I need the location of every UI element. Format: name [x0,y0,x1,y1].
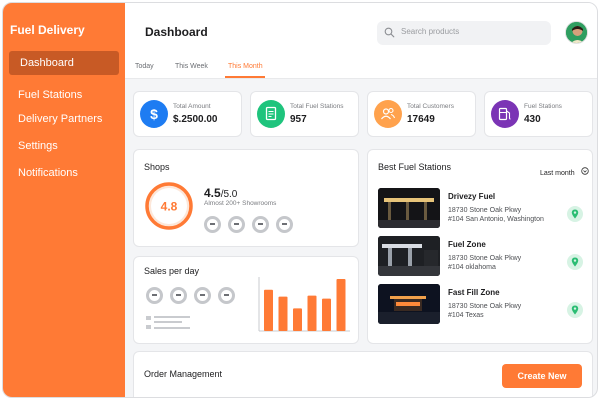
stat-value: 957 [290,114,307,125]
sales-card: Sales per day [133,256,359,344]
shops-subtitle: Almost 200+ Showrooms [204,200,277,207]
chevron-down-icon [581,167,589,175]
station-image [378,236,440,276]
stat-card-total-customers[interactable]: Total Customers 17649 [367,91,476,137]
station-address-line1: 18730 Stone Oak Pkwy [448,207,522,214]
station-address-line1: 18730 Stone Oak Pkwy [448,255,522,262]
station-address-line2: #104 San Antonio, Washington [448,216,544,223]
sales-bar-chart [258,277,350,332]
best-stations-card: Best Fuel Stations Last month Drivezy Fu… [367,149,593,344]
order-management-title: Order Management [144,369,223,379]
search-input[interactable]: Search products [377,21,551,45]
station-row[interactable]: Fuel Zone 18730 Stone Oak Pkwy #104 okla… [368,234,594,278]
sales-bar [278,296,288,331]
period-filter-dropdown[interactable]: Last month [540,162,589,180]
station-name: Fuel Zone [448,240,486,249]
mini-progress-ring [204,216,221,233]
stat-label: Total Amount [173,103,211,110]
legend-swatch [146,325,151,329]
active-tab-indicator [225,76,265,78]
stat-card-fuel-stations[interactable]: Fuel Stations 430 [484,91,593,137]
sidebar-item-delivery-partners[interactable]: Delivery Partners [18,113,102,125]
sales-bar [322,298,331,331]
mini-progress-ring [228,216,245,233]
rating-main: 4.5 [204,186,221,200]
sidebar-item-dashboard[interactable]: Dashboard [9,51,119,75]
page-title: Dashboard [145,25,208,39]
order-management-card: Order Management Create New [133,351,593,397]
dollar-icon: $ [140,100,168,128]
shops-title: Shops [144,162,170,172]
station-row[interactable]: Fast Fill Zone 18730 Stone Oak Pkwy #104… [368,282,594,326]
brand-logo: Fuel Delivery [10,23,85,37]
stat-label: Total Customers [407,103,454,110]
create-new-button[interactable]: Create New [502,364,582,388]
search-placeholder: Search products [401,27,460,36]
stat-card-total-amount[interactable]: $ Total Amount $.2500.00 [133,91,242,137]
sales-bar [307,295,317,331]
app-window: Fuel Delivery Dashboard Fuel Stations De… [2,2,598,398]
stat-value: 17649 [407,114,435,125]
sales-bar [336,278,346,331]
legend-line [154,316,190,318]
svg-text:$: $ [150,106,158,122]
period-filter-label: Last month [540,170,575,177]
map-pin-icon[interactable] [567,302,583,318]
stat-card-total-fuel-stations[interactable]: Total Fuel Stations 957 [250,91,359,137]
rating-ring: 4.8 [145,182,193,230]
avatar[interactable] [565,21,588,44]
sales-bar [293,308,302,331]
tab-today[interactable]: Today [135,63,154,70]
sales-bar [264,289,273,331]
mini-progress-ring [146,287,163,304]
stat-value: 430 [524,114,541,125]
sales-title: Sales per day [144,266,200,276]
mini-progress-ring [170,287,187,304]
station-row[interactable]: Drivezy Fuel 18730 Stone Oak Pkwy #104 S… [368,186,594,230]
shops-card: Shops 4.8 4.5/5.0 Almost 200+ Showrooms [133,149,359,247]
avatar-image [566,22,587,43]
map-pin-icon[interactable] [567,206,583,222]
station-name: Drivezy Fuel [448,192,496,201]
station-image [378,188,440,228]
rating-ring-value: 4.8 [161,200,178,214]
sidebar: Fuel Delivery Dashboard Fuel Stations De… [3,3,125,397]
tab-this-month[interactable]: This Month [228,63,263,70]
rating-total: /5.0 [220,189,238,200]
period-tabs: Today This Week This Month [125,55,597,79]
best-stations-title: Best Fuel Stations [378,162,452,172]
station-name: Fast Fill Zone [448,288,500,297]
legend-line [154,321,182,323]
sidebar-item-notifications[interactable]: Notifications [18,167,78,179]
top-header: Dashboard Search products [125,3,597,55]
fuel-pump-icon [491,100,519,128]
stat-label: Fuel Stations [524,103,562,110]
mini-progress-ring [276,216,293,233]
sidebar-item-settings[interactable]: Settings [18,140,58,152]
users-icon [374,100,402,128]
station-address-line2: #104 Texas [448,312,484,319]
mini-progress-ring [218,287,235,304]
station-address-line1: 18730 Stone Oak Pkwy [448,303,522,310]
mini-progress-ring [252,216,269,233]
sidebar-item-fuel-stations[interactable]: Fuel Stations [18,89,82,101]
stat-value: $.2500.00 [173,114,218,125]
map-pin-icon[interactable] [567,254,583,270]
legend-swatch [146,316,151,320]
station-address-line2: #104 oklahoma [448,264,496,271]
mini-progress-ring [194,287,211,304]
document-icon [257,100,285,128]
search-icon [384,27,395,38]
legend-line [154,327,190,329]
tab-this-week[interactable]: This Week [175,63,208,70]
station-image [378,284,440,324]
stat-label: Total Fuel Stations [290,103,344,110]
